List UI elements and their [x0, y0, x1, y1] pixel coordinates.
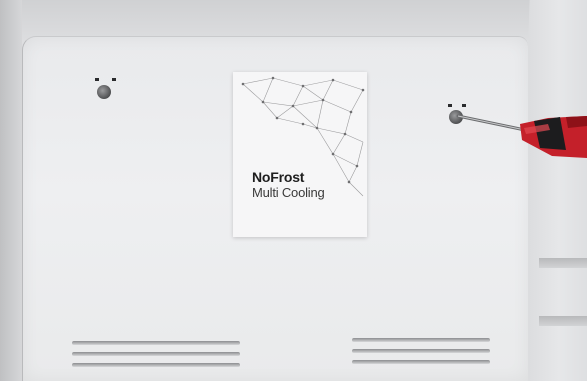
screwdriver-handle [520, 116, 587, 158]
fridge-interior-photo: NoFrost Multi Cooling [0, 0, 587, 381]
screwdriver-shaft-highlight [457, 115, 526, 131]
screwdriver [456, 114, 587, 158]
